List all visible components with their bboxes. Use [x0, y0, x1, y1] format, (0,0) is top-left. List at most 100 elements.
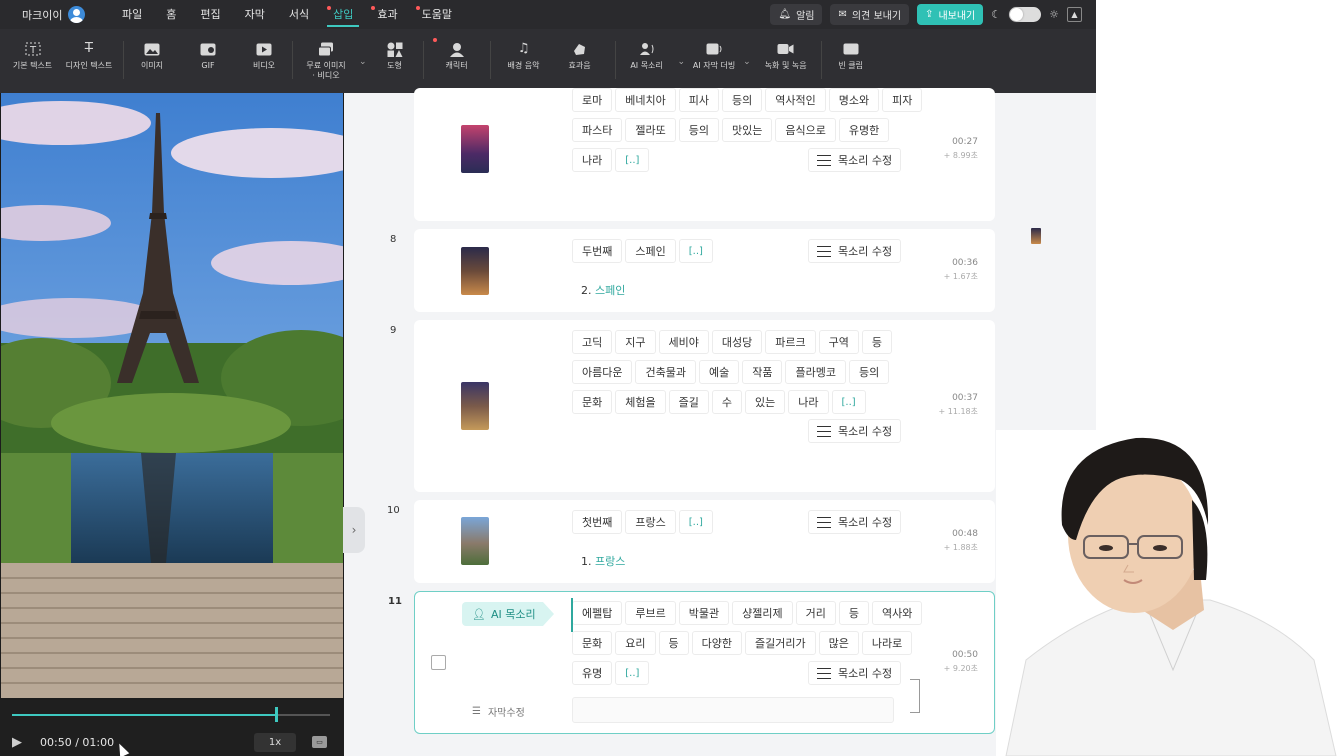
- word-chip[interactable]: 젤라또: [625, 118, 676, 142]
- word-chip[interactable]: 맛있는: [722, 118, 773, 142]
- voice-edit-button[interactable]: 목소리 수정: [808, 661, 902, 685]
- word-chip[interactable]: 베네치아: [615, 88, 676, 112]
- word-chip[interactable]: 샹젤리제: [732, 601, 793, 625]
- caption-edit-button[interactable]: ☰ 자막수정: [472, 704, 525, 719]
- word-chip[interactable]: 플라멩코: [785, 360, 846, 384]
- word-chip[interactable]: 구역: [818, 330, 859, 354]
- word-chip[interactable]: 등의: [678, 118, 719, 142]
- word-chip[interactable]: 첫번째: [572, 510, 623, 534]
- caption-input[interactable]: [572, 697, 894, 723]
- word-chip[interactable]: 건축물과: [635, 360, 696, 384]
- word-chip[interactable]: 즐길거리가: [745, 631, 816, 655]
- voice-edit-button[interactable]: 목소리 수정: [808, 239, 902, 263]
- bgm-tool[interactable]: ♫ 배경 음악: [491, 41, 557, 71]
- word-chip[interactable]: 등: [861, 330, 892, 354]
- sfx-tool[interactable]: 효과음: [557, 41, 603, 71]
- word-chip[interactable]: 에펠탑: [572, 601, 623, 625]
- chevron-down-icon[interactable]: ⌄: [743, 57, 751, 67]
- word-chip[interactable]: 문화: [572, 631, 613, 655]
- menu-item[interactable]: 삽입: [321, 0, 365, 29]
- word-chip[interactable]: 등의: [721, 88, 763, 112]
- chevron-down-icon[interactable]: ⌄: [678, 57, 686, 67]
- word-chip[interactable]: 로마: [572, 88, 613, 112]
- word-chip[interactable]: 유명한: [838, 118, 890, 142]
- menu-item[interactable]: 홈: [154, 0, 188, 29]
- word-chip[interactable]: 고딕: [572, 330, 613, 354]
- feedback-button[interactable]: ✉ 의견 보내기: [830, 4, 910, 25]
- record-tool[interactable]: 녹화 및 녹음: [757, 41, 815, 71]
- word-chip[interactable]: [..]: [678, 239, 713, 263]
- scene-thumbnail[interactable]: [461, 247, 489, 295]
- chevron-down-icon[interactable]: ⌄: [359, 57, 367, 67]
- word-chip[interactable]: 예술: [698, 360, 740, 384]
- word-chip[interactable]: 요리: [615, 631, 656, 655]
- subtitle-toggle-icon[interactable]: ▭: [312, 736, 327, 748]
- playback-handle[interactable]: [274, 707, 278, 722]
- word-chip[interactable]: [..]: [615, 661, 650, 685]
- voice-edit-button[interactable]: 목소리 수정: [808, 510, 902, 534]
- alert-button[interactable]: 🔔︎ 알림: [770, 4, 823, 25]
- word-chip[interactable]: 스페인: [625, 239, 676, 263]
- word-chip[interactable]: 파르크: [765, 330, 816, 354]
- video-tool[interactable]: 비디오: [236, 41, 292, 71]
- voice-edit-button[interactable]: 목소리 수정: [808, 148, 902, 172]
- theme-toggle[interactable]: [1009, 7, 1042, 22]
- word-chip[interactable]: 박물관: [678, 601, 730, 625]
- menu-item[interactable]: 도움말: [410, 0, 464, 29]
- panel-expand-handle[interactable]: ›: [343, 507, 365, 553]
- gif-tool[interactable]: GIF: [180, 41, 236, 71]
- word-chip[interactable]: 거리: [795, 601, 836, 625]
- menu-item[interactable]: 자막: [233, 0, 277, 29]
- basic-text-tool[interactable]: T 기본 텍스트: [10, 41, 55, 71]
- word-chip[interactable]: 나라: [788, 390, 829, 414]
- scene-thumbnail[interactable]: [461, 382, 489, 430]
- word-chip[interactable]: [..]: [678, 510, 713, 534]
- word-chip[interactable]: 명소와: [828, 88, 880, 112]
- word-chip[interactable]: [..]: [615, 148, 650, 172]
- account-menu[interactable]: 마크이이: [0, 6, 110, 23]
- word-chip[interactable]: 나라로: [861, 631, 913, 655]
- word-chip[interactable]: 역사와: [871, 601, 923, 625]
- word-chip[interactable]: 체험을: [615, 390, 666, 414]
- word-chip[interactable]: 등의: [848, 360, 890, 384]
- ai-voice-tool[interactable]: AI 목소리: [616, 41, 678, 71]
- word-chip[interactable]: 즐길: [668, 390, 709, 414]
- word-chip[interactable]: 수: [711, 390, 742, 414]
- scene-thumbnail[interactable]: [461, 125, 489, 173]
- speed-button[interactable]: 1x: [254, 733, 296, 752]
- scene-thumbnail[interactable]: [461, 517, 489, 565]
- word-chip[interactable]: 등: [658, 631, 689, 655]
- word-chip[interactable]: 지구: [615, 330, 656, 354]
- word-chip[interactable]: 아름다운: [572, 360, 633, 384]
- word-chip[interactable]: 문화: [572, 390, 613, 414]
- word-chip[interactable]: 대성당: [711, 330, 763, 354]
- word-chip[interactable]: 유명: [572, 661, 613, 685]
- play-icon[interactable]: ▶: [12, 735, 22, 750]
- export-button[interactable]: ⇪ 내보내기: [917, 4, 984, 25]
- word-chip[interactable]: 음식으로: [775, 118, 836, 142]
- free-media-tool[interactable]: 무료 이미지 · 비디오: [293, 41, 359, 81]
- design-text-tool[interactable]: T̶ 디자인 텍스트: [55, 41, 123, 71]
- word-chip[interactable]: 나라: [572, 148, 613, 172]
- ai-dub-tool[interactable]: AI 자막 더빙: [685, 41, 743, 71]
- word-chip[interactable]: 세비야: [658, 330, 709, 354]
- shape-tool[interactable]: 도형: [367, 41, 423, 71]
- word-chip[interactable]: 루브르: [625, 601, 676, 625]
- collapse-toolbar-button[interactable]: ▲: [1067, 7, 1082, 22]
- word-chip[interactable]: 역사적인: [765, 88, 826, 112]
- voice-edit-button[interactable]: 목소리 수정: [808, 419, 902, 443]
- word-chip[interactable]: 다양한: [691, 631, 742, 655]
- menu-item[interactable]: 파일: [110, 0, 154, 29]
- character-tool[interactable]: 캐릭터: [424, 38, 490, 71]
- menu-item[interactable]: 편집: [188, 0, 232, 29]
- blank-clip-tool[interactable]: 빈 클립: [822, 41, 880, 71]
- word-chip[interactable]: 있는: [745, 390, 786, 414]
- scene-select-checkbox[interactable]: [431, 655, 446, 670]
- word-chip[interactable]: 파스타: [572, 118, 623, 142]
- word-chip[interactable]: 피자: [882, 88, 923, 112]
- image-tool[interactable]: 이미지: [124, 41, 180, 71]
- ai-voice-badge[interactable]: 👤︎ AI 목소리: [462, 602, 554, 626]
- video-preview[interactable]: [1, 93, 343, 698]
- menu-item[interactable]: 효과: [365, 0, 409, 29]
- word-chip[interactable]: 많은: [818, 631, 859, 655]
